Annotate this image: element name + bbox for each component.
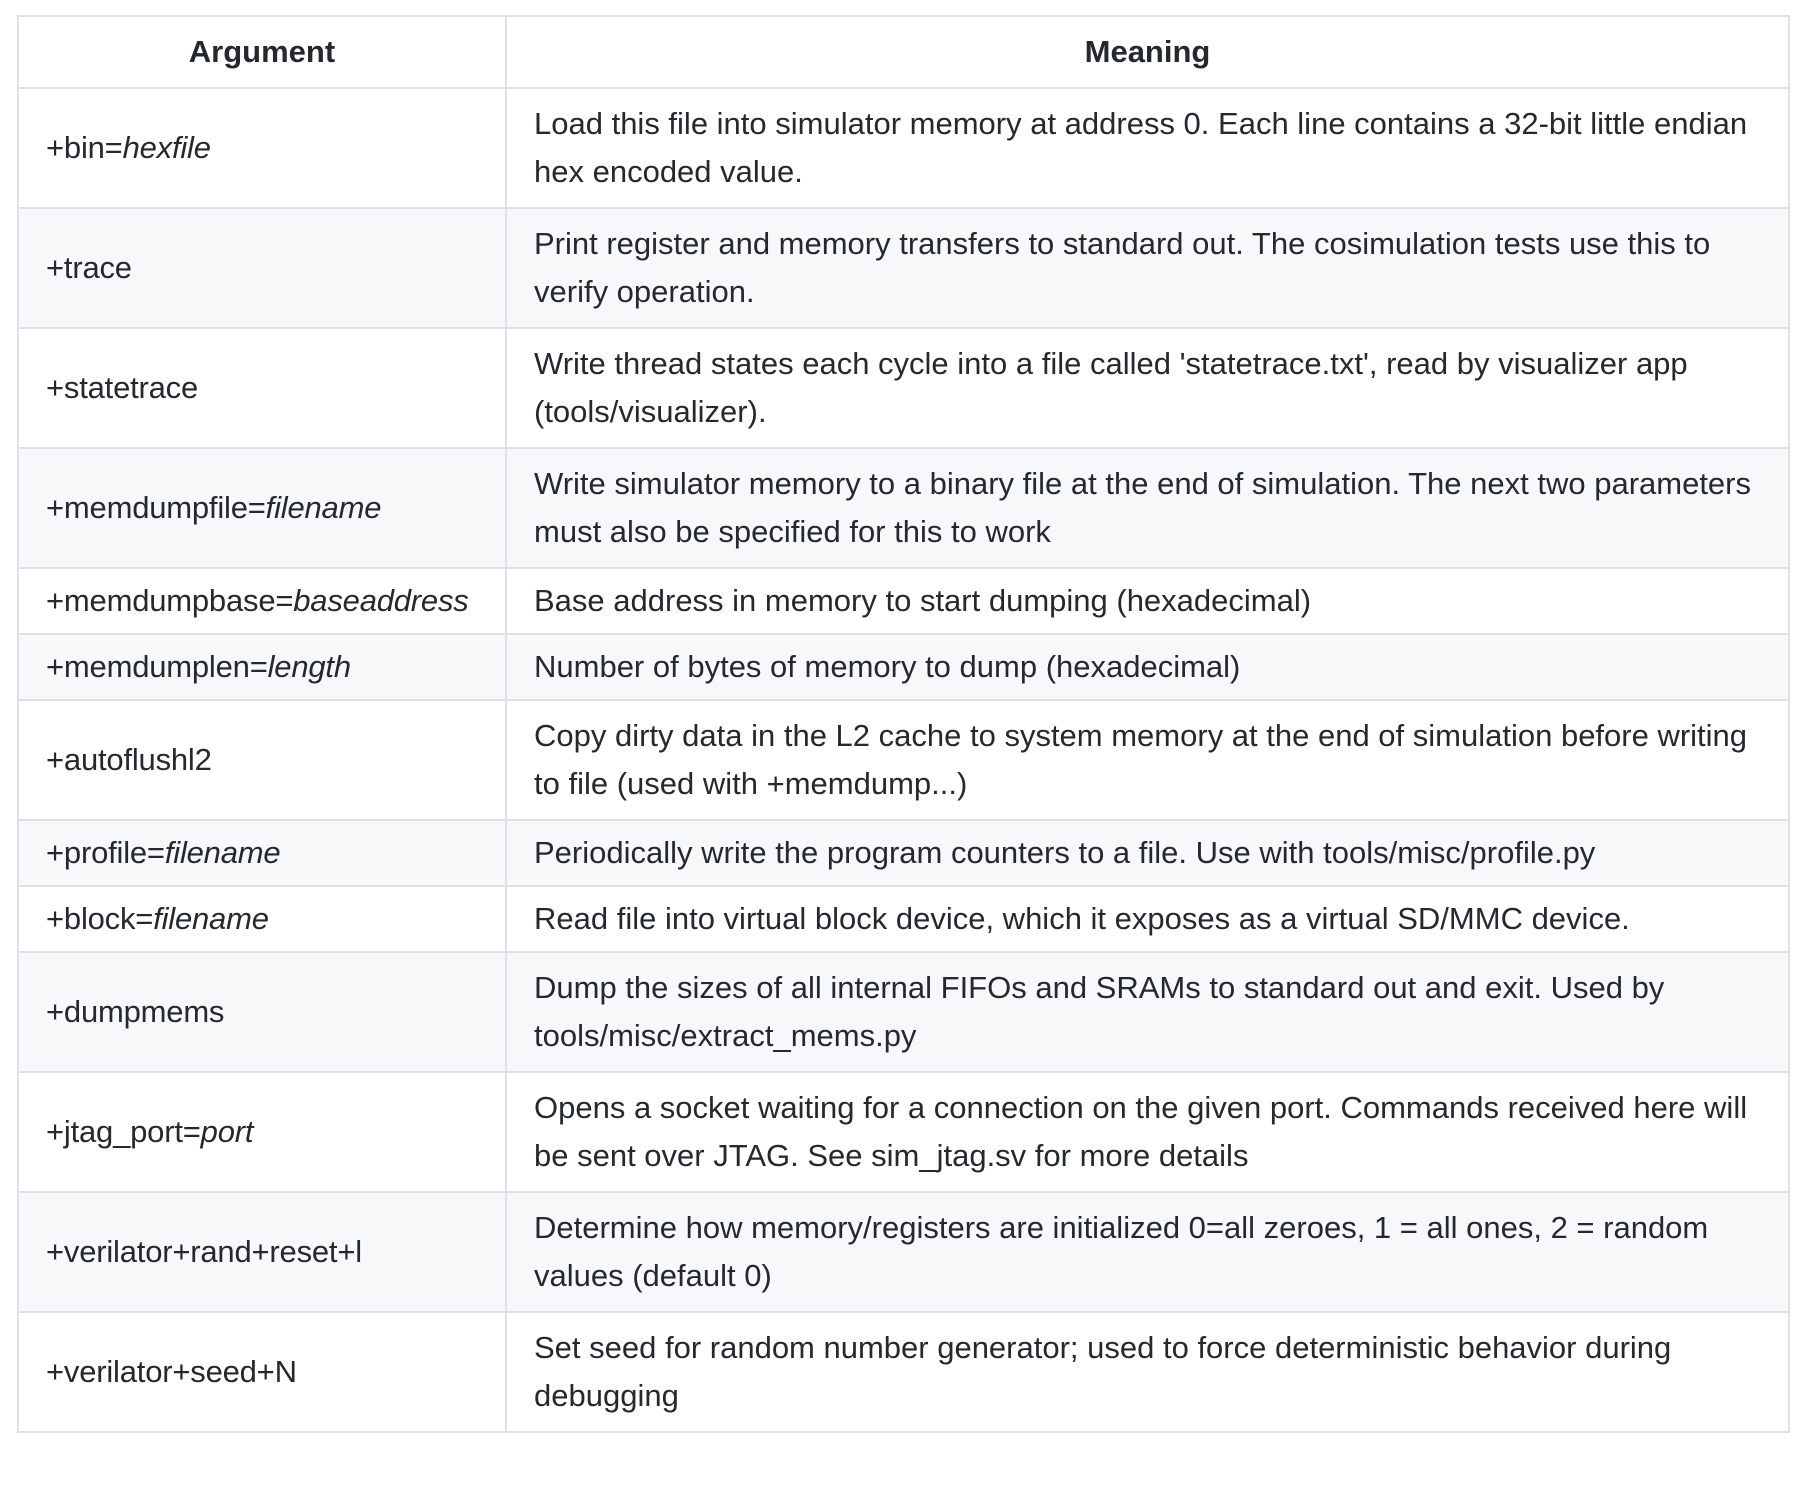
argument-param: port <box>200 1114 254 1149</box>
header-meaning: Meaning <box>505 15 1790 89</box>
argument-param: hexfile <box>122 130 211 165</box>
argument-cell: +block=filename <box>17 885 507 953</box>
meaning-cell: Write thread states each cycle into a fi… <box>505 327 1790 449</box>
argument-param: filename <box>164 835 281 870</box>
argument-name: +statetrace <box>46 370 199 405</box>
arguments-table-container: Argument Meaning +bin=hexfile Load this … <box>17 15 1790 1433</box>
argument-name: +memdumpfile= <box>46 490 266 525</box>
argument-param: baseaddress <box>293 583 469 618</box>
meaning-cell: Periodically write the program counters … <box>505 819 1790 887</box>
argument-param: length <box>267 649 351 684</box>
meaning-cell: Load this file into simulator memory at … <box>505 87 1790 209</box>
argument-cell: +profile=filename <box>17 819 507 887</box>
meaning-cell: Read file into virtual block device, whi… <box>505 885 1790 953</box>
table-row: +trace Print register and memory transfe… <box>17 207 1790 329</box>
meaning-cell: Write simulator memory to a binary file … <box>505 447 1790 569</box>
argument-name: +block= <box>46 901 154 936</box>
argument-name: +autoflushl2 <box>46 742 212 777</box>
table-header: Argument Meaning <box>17 15 1790 89</box>
table-row: +bin=hexfile Load this file into simulat… <box>17 87 1790 209</box>
header-argument: Argument <box>17 15 507 89</box>
argument-name: +memdumpbase= <box>46 583 294 618</box>
table-row: +autoflushl2 Copy dirty data in the L2 c… <box>17 699 1790 821</box>
meaning-cell: Set seed for random number generator; us… <box>505 1311 1790 1433</box>
argument-cell: +memdumpbase=baseaddress <box>17 567 507 635</box>
argument-name: +verilator+seed+N <box>46 1354 297 1389</box>
table-row: +block=filename Read file into virtual b… <box>17 885 1790 953</box>
meaning-cell: Copy dirty data in the L2 cache to syste… <box>505 699 1790 821</box>
argument-cell: +statetrace <box>17 327 507 449</box>
argument-cell: +dumpmems <box>17 951 507 1073</box>
argument-param: filename <box>153 901 269 936</box>
argument-cell: +autoflushl2 <box>17 699 507 821</box>
argument-name: +dumpmems <box>46 994 225 1029</box>
meaning-cell: Opens a socket waiting for a connection … <box>505 1071 1790 1193</box>
argument-cell: +memdumplen=length <box>17 633 507 701</box>
argument-cell: +memdumpfile=filename <box>17 447 507 569</box>
table-row: +profile=filename Periodically write the… <box>17 819 1790 887</box>
meaning-cell: Base address in memory to start dumping … <box>505 567 1790 635</box>
argument-cell: +bin=hexfile <box>17 87 507 209</box>
meaning-cell: Number of bytes of memory to dump (hexad… <box>505 633 1790 701</box>
argument-cell: +trace <box>17 207 507 329</box>
argument-name: +verilator+rand+reset+l <box>46 1234 362 1269</box>
table-row: +verilator+rand+reset+l Determine how me… <box>17 1191 1790 1313</box>
argument-param: filename <box>265 490 382 525</box>
table-row: +memdumpbase=baseaddress Base address in… <box>17 567 1790 635</box>
table-row: +dumpmems Dump the sizes of all internal… <box>17 951 1790 1073</box>
argument-cell: +jtag_port=port <box>17 1071 507 1193</box>
table-row: +verilator+seed+N Set seed for random nu… <box>17 1311 1790 1433</box>
argument-name: +memdumplen= <box>46 649 268 684</box>
argument-cell: +verilator+rand+reset+l <box>17 1191 507 1313</box>
header-row: Argument Meaning <box>17 15 1790 89</box>
arguments-table: Argument Meaning +bin=hexfile Load this … <box>17 15 1790 1433</box>
table-row: +jtag_port=port Opens a socket waiting f… <box>17 1071 1790 1193</box>
argument-cell: +verilator+seed+N <box>17 1311 507 1433</box>
meaning-cell: Print register and memory transfers to s… <box>505 207 1790 329</box>
table-row: +statetrace Write thread states each cyc… <box>17 327 1790 449</box>
argument-name: +profile= <box>46 835 165 870</box>
table-body: +bin=hexfile Load this file into simulat… <box>17 87 1790 1433</box>
table-row: +memdumplen=length Number of bytes of me… <box>17 633 1790 701</box>
argument-name: +trace <box>46 250 132 285</box>
meaning-cell: Determine how memory/registers are initi… <box>505 1191 1790 1313</box>
table-row: +memdumpfile=filename Write simulator me… <box>17 447 1790 569</box>
meaning-cell: Dump the sizes of all internal FIFOs and… <box>505 951 1790 1073</box>
argument-name: +bin= <box>46 130 123 165</box>
argument-name: +jtag_port= <box>46 1114 201 1149</box>
